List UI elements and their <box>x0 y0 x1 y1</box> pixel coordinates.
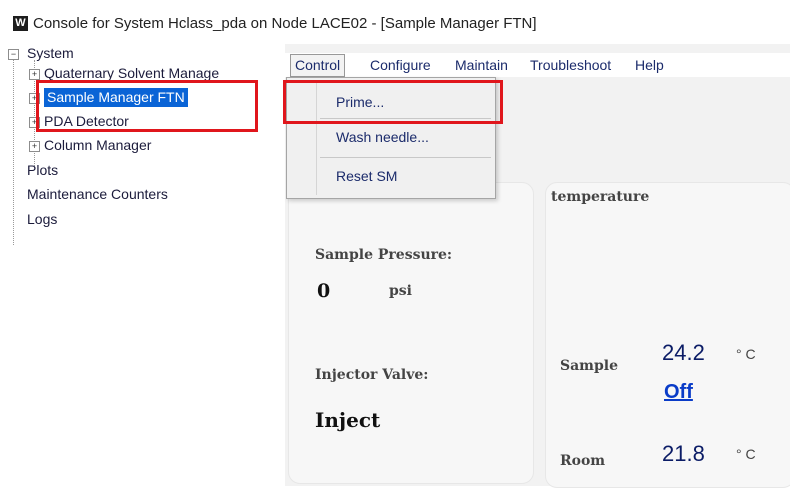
menu-bar: Control Configure Maintain Troubleshoot … <box>285 53 790 77</box>
tree-item-maintenance-counters[interactable]: Maintenance Counters <box>27 185 168 204</box>
temperature-panel: temperature Sample 24.2 ° C Off Room 21.… <box>545 182 790 488</box>
injector-valve-value: Inject <box>315 408 381 432</box>
menu-item-reset-sm[interactable]: Reset SM <box>336 165 397 187</box>
sample-temp-state-link[interactable]: Off <box>664 381 693 404</box>
sample-pressure-label: Sample Pressure: <box>315 247 453 263</box>
menu-control[interactable]: Control <box>290 54 346 77</box>
collapse-icon[interactable]: − <box>8 49 19 60</box>
sample-status-panel: Sample Pressure: 0 psi Injector Valve: I… <box>288 182 534 484</box>
expand-icon[interactable]: + <box>29 69 40 80</box>
tree-item-column-manager[interactable]: Column Manager <box>44 136 151 155</box>
tree-item-plots[interactable]: Plots <box>27 161 58 180</box>
tree-item-logs[interactable]: Logs <box>27 210 57 229</box>
window-title: Console for System Hclass_pda on Node LA… <box>33 15 537 32</box>
expand-icon[interactable]: + <box>29 141 40 152</box>
room-temp-unit: ° C <box>736 446 756 462</box>
temperature-title: temperature <box>551 189 650 205</box>
injector-valve-label: Injector Valve: <box>315 367 429 383</box>
sample-temp-unit: ° C <box>736 346 756 362</box>
menu-maintain[interactable]: Maintain <box>455 55 508 75</box>
room-temp-value: 21.8 <box>662 441 705 466</box>
highlight-box-sample-manager <box>36 80 258 132</box>
menu-item-wash-needle[interactable]: Wash needle... <box>336 126 429 148</box>
sample-temp-label: Sample <box>560 358 619 374</box>
tree-item-system[interactable]: System <box>27 44 74 63</box>
menu-help[interactable]: Help <box>635 55 664 75</box>
menu-configure[interactable]: Configure <box>370 55 431 75</box>
app-icon: W <box>13 16 28 31</box>
highlight-box-prime <box>283 80 503 124</box>
sample-pressure-value: 0 <box>317 280 331 302</box>
title-bar: W Console for System Hclass_pda on Node … <box>0 0 790 40</box>
tree-guide-line <box>13 60 14 245</box>
menu-separator <box>320 157 491 158</box>
room-temp-label: Room <box>560 453 606 469</box>
sample-temp-value: 24.2 <box>662 340 705 365</box>
sample-pressure-unit: psi <box>389 283 412 299</box>
menu-troubleshoot[interactable]: Troubleshoot <box>530 55 611 75</box>
